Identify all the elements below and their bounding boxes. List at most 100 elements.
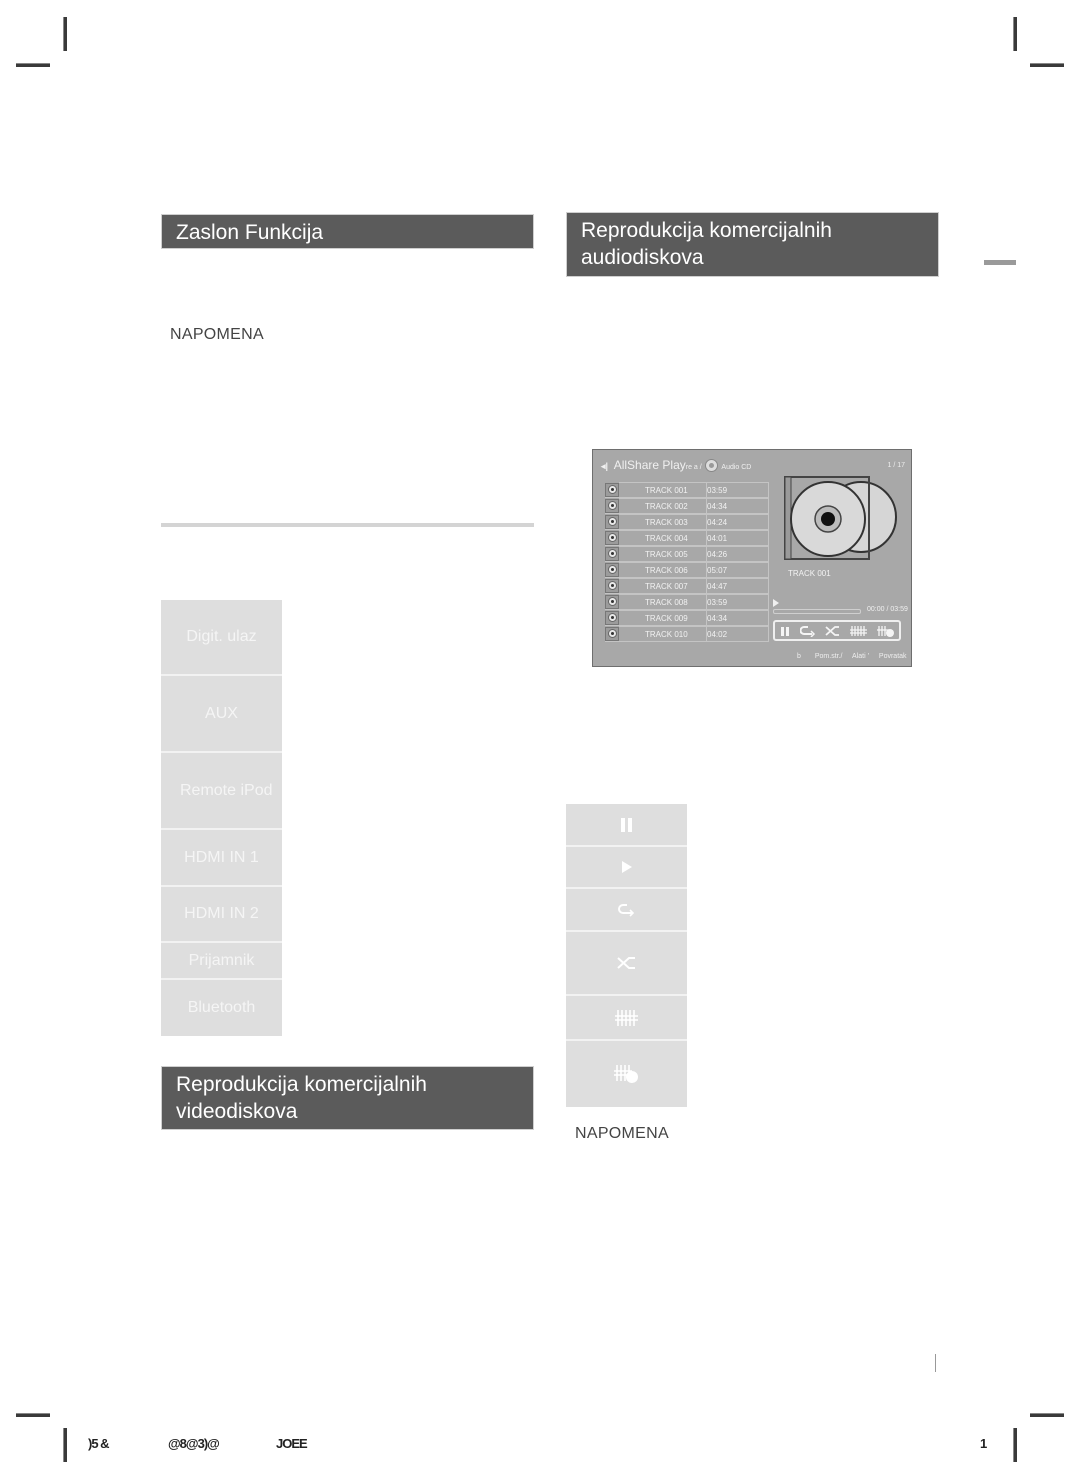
footer-back-button[interactable]: Povratak — [879, 653, 907, 660]
crop-mark — [16, 1413, 50, 1417]
track-row[interactable]: TRACK 010 04:02 — [605, 625, 769, 642]
track-name: TRACK 007 — [619, 577, 707, 594]
crop-mark — [63, 1428, 67, 1462]
play-indicator-icon — [773, 599, 779, 607]
disc-icon — [605, 498, 619, 513]
playback-controls — [773, 620, 901, 641]
control-row-shuffle — [566, 932, 687, 996]
function-label: HDMI IN 2 — [184, 905, 259, 922]
sound-effect-icon — [613, 1065, 638, 1083]
footer-b: b — [797, 653, 801, 660]
page-counter: 1 / 17 — [887, 462, 905, 469]
note-label: NAPOMENA — [575, 1125, 669, 1142]
section-header-video-discs: Reprodukcija komercijalnih videodiskova — [161, 1066, 534, 1130]
track-name: TRACK 002 — [619, 497, 707, 514]
footer-tools-button[interactable]: Alati ' — [852, 653, 869, 660]
track-list: TRACK 001 03:59 TRACK 002 04:34 TRACK 003 04:… — [605, 481, 769, 642]
track-duration: 04:47 — [707, 577, 769, 594]
cd-icon — [705, 459, 719, 473]
track-duration: 04:24 — [707, 513, 769, 530]
repeat-icon — [617, 903, 634, 917]
track-name: TRACK 010 — [619, 625, 707, 642]
shuffle-icon — [616, 957, 635, 969]
track-duration: 04:01 — [707, 529, 769, 546]
track-row[interactable]: TRACK 006 05:07 — [605, 561, 769, 578]
disc-icon — [605, 482, 619, 497]
function-label: AUX — [205, 704, 238, 722]
track-row[interactable]: TRACK 009 04:34 — [605, 609, 769, 626]
section-divider — [161, 523, 534, 527]
crop-mark — [63, 17, 67, 51]
function-item-hdmi-in-2: HDMI IN 2 — [161, 887, 282, 943]
note-label: NAPOMENA — [170, 326, 264, 343]
section-title: Zaslon Funkcija — [176, 221, 324, 244]
track-duration: 04:02 — [707, 625, 769, 642]
track-row[interactable]: TRACK 008 03:59 — [605, 593, 769, 610]
function-label: HDMI IN 1 — [184, 848, 259, 866]
repeat-icon[interactable] — [800, 625, 816, 637]
function-label: Bluetooth — [187, 999, 256, 1016]
crop-mark — [16, 63, 50, 67]
side-tab-marker — [984, 260, 1016, 265]
control-row-sound-effect — [566, 1041, 687, 1107]
control-row-pause — [566, 804, 687, 847]
breadcrumb-fragment: re a / — [685, 464, 702, 471]
track-name: TRACK 006 — [619, 561, 707, 578]
function-item-aux: AUX — [161, 676, 282, 753]
section-title: Reprodukcija komercijalnih videodiskova — [176, 1073, 427, 1123]
control-row-equalizer — [566, 996, 687, 1041]
pause-icon[interactable] — [779, 625, 791, 637]
disc-icon — [605, 514, 619, 529]
disc-icon — [605, 594, 619, 609]
allshare-icon: ◂| — [601, 461, 609, 471]
app-title: AllShare Play — [613, 458, 686, 472]
control-row-repeat — [566, 889, 687, 932]
equalizer-icon — [614, 1009, 638, 1026]
crop-mark — [1013, 1428, 1017, 1462]
control-icon-table — [566, 804, 687, 1107]
shuffle-icon[interactable] — [825, 625, 841, 637]
footer-code-left: )5 & — [88, 1436, 110, 1451]
track-name: TRACK 009 — [619, 609, 707, 626]
footer-code-right: JOEE — [276, 1436, 308, 1451]
play-icon — [621, 861, 632, 873]
pause-icon — [620, 817, 632, 832]
equalizer-icon[interactable] — [849, 625, 868, 637]
track-name: TRACK 004 — [619, 529, 707, 546]
track-row[interactable]: TRACK 007 04:47 — [605, 577, 769, 594]
function-item-digital-in: Digit. ulaz — [161, 600, 282, 676]
section-header-audio-discs: Reprodukcija komercijalnih audiodiskova — [566, 212, 939, 277]
track-row[interactable]: TRACK 001 03:59 — [605, 481, 769, 498]
disc-icon — [605, 562, 619, 577]
disc-icon — [605, 578, 619, 593]
source-label: Audio CD — [721, 464, 752, 471]
function-item-bluetooth: Bluetooth — [161, 980, 282, 1036]
disc-icon — [605, 626, 619, 641]
crop-mark — [1030, 63, 1064, 67]
track-duration: 04:34 — [707, 497, 769, 514]
footer-page-button[interactable]: Pom.str./ — [815, 653, 843, 660]
player-title-bar: ◂| AllShare Playre a / Audio CD — [601, 458, 752, 473]
disc-icon — [605, 546, 619, 561]
track-row[interactable]: TRACK 002 04:34 — [605, 497, 769, 514]
function-item-remote-ipod: Remote iPod — [161, 753, 282, 830]
crop-mark — [1030, 1413, 1064, 1417]
disc-icon — [605, 610, 619, 625]
progress-bar[interactable] — [773, 609, 861, 614]
disc-icon — [605, 530, 619, 545]
function-label: Prijamnik — [188, 951, 255, 969]
screen-footer: b Pom.str./ Alati ' Povratak — [797, 653, 911, 660]
section-header-function-display: Zaslon Funkcija — [161, 214, 534, 249]
track-name: TRACK 003 — [619, 513, 707, 530]
track-name: TRACK 005 — [619, 545, 707, 562]
section-title: Reprodukcija komercijalnih audiodiskova — [581, 219, 832, 269]
function-item-hdmi-in-1: HDMI IN 1 — [161, 830, 282, 887]
sound-effect-icon[interactable] — [876, 625, 895, 637]
track-duration: 04:26 — [707, 545, 769, 562]
track-row[interactable]: TRACK 003 04:24 — [605, 513, 769, 530]
track-row[interactable]: TRACK 004 04:01 — [605, 529, 769, 546]
function-label: Remote iPod — [180, 781, 273, 799]
track-duration: 05:07 — [707, 561, 769, 578]
track-row[interactable]: TRACK 005 04:26 — [605, 545, 769, 562]
track-duration: 03:59 — [707, 481, 769, 498]
